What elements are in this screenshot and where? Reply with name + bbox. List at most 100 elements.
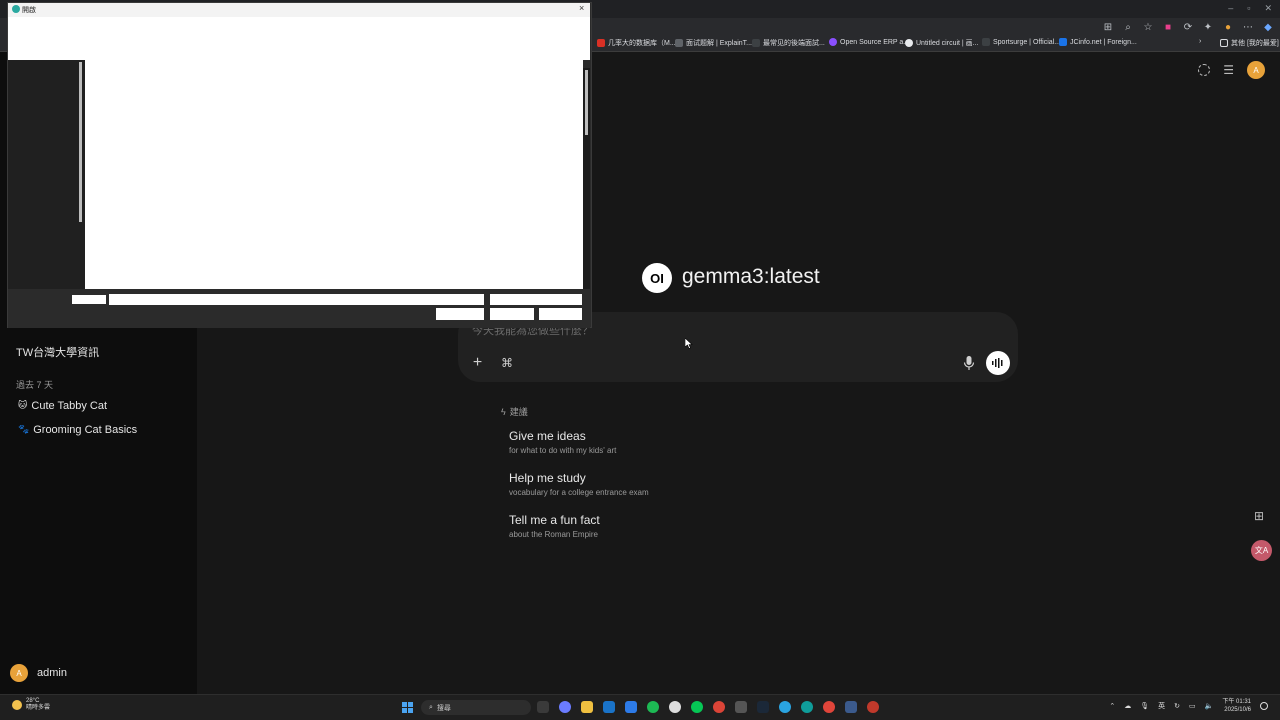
attach-button[interactable]: + bbox=[470, 355, 485, 371]
waveform-icon bbox=[992, 358, 1003, 368]
paw-emoji-icon: 🐾 bbox=[18, 424, 30, 434]
cat-emoji-icon: 🐱 bbox=[18, 400, 28, 410]
dialog-address-area bbox=[8, 17, 590, 60]
model-name[interactable]: gemma3:latest bbox=[682, 265, 820, 289]
clock[interactable]: 下午 01:31 2025/10/6 bbox=[1222, 698, 1251, 714]
chevron-up-icon[interactable]: ⌃ bbox=[1109, 702, 1115, 710]
bookmark-favicon-icon bbox=[982, 38, 990, 46]
bookmark-item[interactable]: JCinfo.net | Foreign... bbox=[1059, 38, 1137, 46]
bookmark-favicon-icon bbox=[905, 39, 913, 47]
user-menu[interactable]: A admin bbox=[10, 664, 67, 682]
window-controls: – ▫ ✕ bbox=[1228, 3, 1272, 14]
suggestion-card[interactable]: Give me ideas for what to do with my kid… bbox=[509, 429, 616, 455]
temporary-chat-icon[interactable] bbox=[1198, 64, 1211, 76]
taskbar bbox=[0, 694, 1280, 720]
start-icon[interactable] bbox=[402, 702, 413, 713]
add-widget-icon[interactable]: ⊞ bbox=[1254, 509, 1268, 523]
bookmark-item[interactable]: Open Source ERP a... bbox=[829, 38, 909, 46]
display-icon[interactable]: ▭ bbox=[1189, 702, 1196, 710]
bookmark-item[interactable]: Sportsurge | Official... bbox=[982, 38, 1060, 46]
spark-icon: ϟ bbox=[501, 406, 506, 417]
install-app-icon[interactable]: ⊞ bbox=[1102, 20, 1114, 34]
nav-scrollbar[interactable] bbox=[79, 62, 82, 222]
sidebar-chat-item[interactable]: TW台灣大學資訊 bbox=[16, 344, 99, 360]
dialog-button[interactable] bbox=[436, 308, 484, 320]
translate-button[interactable]: 文A bbox=[1251, 540, 1272, 561]
tools-icon[interactable]: ⌘ bbox=[500, 356, 514, 370]
refresh-extension-icon[interactable]: ⟳ bbox=[1182, 20, 1194, 34]
file-explorer-icon[interactable] bbox=[581, 701, 593, 713]
bookmark-item[interactable]: 最常见的後端面試... bbox=[752, 38, 825, 48]
sidebar-chat-item[interactable]: 🐾 Grooming Cat Basics bbox=[18, 424, 137, 436]
controls-icon[interactable]: ☰ bbox=[1223, 63, 1234, 77]
search-icon: ⌕ bbox=[429, 703, 433, 711]
toolbar-icons: ⊞ ⌕ ☆ ■ ⟳ ✦ ● ⋯ ◆ bbox=[1102, 20, 1274, 34]
spotify-icon[interactable] bbox=[647, 701, 659, 713]
system-tray: ⌃ ☁ 🎙 英 ↻ ▭ 🔈 下午 01:31 2025/10/6 bbox=[1109, 698, 1268, 714]
cloud-icon[interactable]: ☁ bbox=[1124, 702, 1131, 710]
dialog-file-list[interactable] bbox=[85, 60, 583, 289]
profile-icon[interactable]: ● bbox=[1222, 20, 1234, 34]
volume-icon[interactable]: 🔈 bbox=[1205, 702, 1214, 710]
edge-icon[interactable] bbox=[801, 701, 813, 713]
avatar: A bbox=[10, 664, 28, 682]
ime-indicator[interactable]: 英 bbox=[1158, 701, 1165, 711]
todo-icon[interactable] bbox=[625, 701, 637, 713]
open-button[interactable] bbox=[490, 308, 534, 320]
user-name: admin bbox=[37, 667, 67, 679]
star-icon[interactable]: ☆ bbox=[1142, 20, 1154, 34]
copilot-icon[interactable] bbox=[559, 701, 571, 713]
header-actions: ☰ A bbox=[1198, 61, 1265, 79]
zoom-icon[interactable]: ⌕ bbox=[1122, 20, 1134, 34]
avatar[interactable]: A bbox=[1247, 61, 1265, 79]
copilot-icon[interactable]: ◆ bbox=[1262, 20, 1274, 34]
cancel-button[interactable] bbox=[539, 308, 582, 320]
close-icon[interactable]: × bbox=[579, 3, 584, 13]
app-icon[interactable] bbox=[867, 701, 879, 713]
weather-icon bbox=[12, 700, 22, 710]
chrome-icon[interactable] bbox=[713, 701, 725, 713]
file-type-select[interactable] bbox=[490, 294, 582, 305]
app-icon[interactable] bbox=[669, 701, 681, 713]
model-logo: OI bbox=[642, 263, 672, 293]
taskbar-search[interactable]: ⌕ 搜尋 bbox=[421, 700, 531, 715]
filename-input[interactable] bbox=[109, 294, 484, 305]
suggestion-card[interactable]: Help me study vocabulary for a college e… bbox=[509, 471, 649, 497]
minimize-icon[interactable]: – bbox=[1228, 3, 1233, 14]
bookmark-favicon-icon bbox=[829, 38, 837, 46]
bookmark-item[interactable]: 面试题解 | ExplainT... bbox=[675, 38, 752, 48]
extension-icon[interactable]: ■ bbox=[1162, 20, 1174, 34]
github-icon[interactable] bbox=[735, 701, 747, 713]
mouse-cursor-icon bbox=[685, 338, 693, 349]
close-icon[interactable]: ✕ bbox=[1264, 3, 1272, 14]
suggestion-card[interactable]: Tell me a fun fact about the Roman Empir… bbox=[509, 513, 600, 539]
menu-icon[interactable]: ⋯ bbox=[1242, 20, 1254, 34]
outlook-icon[interactable] bbox=[603, 701, 615, 713]
filename-label bbox=[72, 295, 106, 304]
task-view-icon[interactable] bbox=[537, 701, 549, 713]
file-list-scroll-thumb[interactable] bbox=[585, 70, 588, 135]
dialog-navigation-pane[interactable] bbox=[8, 60, 85, 289]
maximize-icon[interactable]: ▫ bbox=[1247, 3, 1250, 14]
microphone-icon[interactable]: 🎙 bbox=[1140, 702, 1149, 710]
puzzle-icon[interactable]: ✦ bbox=[1202, 20, 1214, 34]
telegram-icon[interactable] bbox=[779, 701, 791, 713]
bookmark-favicon-icon bbox=[597, 39, 605, 47]
weather-widget[interactable]: 28°C 晴時多雲 bbox=[12, 698, 50, 712]
bookmark-favicon-icon bbox=[752, 39, 760, 47]
line-icon[interactable] bbox=[691, 701, 703, 713]
notification-icon[interactable] bbox=[1260, 702, 1268, 710]
app-icon[interactable] bbox=[845, 701, 857, 713]
sidebar-chat-item[interactable]: 🐱 Cute Tabby Cat bbox=[18, 400, 107, 412]
bookmark-item[interactable]: 几率大的数据库（M... bbox=[597, 38, 676, 48]
dialog-title: 開啟 bbox=[22, 7, 36, 14]
voice-mode-button[interactable] bbox=[986, 351, 1010, 375]
bookmark-item[interactable]: Untitled circuit | 画... bbox=[905, 38, 979, 48]
bookmarks-folder[interactable]: 其他 [我的最爱] bbox=[1220, 38, 1279, 48]
steam-icon[interactable] bbox=[757, 701, 769, 713]
app-icon[interactable] bbox=[823, 701, 835, 713]
bookmarks-overflow-icon[interactable]: › bbox=[1199, 38, 1201, 45]
microphone-icon[interactable] bbox=[962, 355, 976, 371]
bookmark-favicon-icon bbox=[675, 39, 683, 47]
refresh-icon[interactable]: ↻ bbox=[1174, 702, 1180, 710]
